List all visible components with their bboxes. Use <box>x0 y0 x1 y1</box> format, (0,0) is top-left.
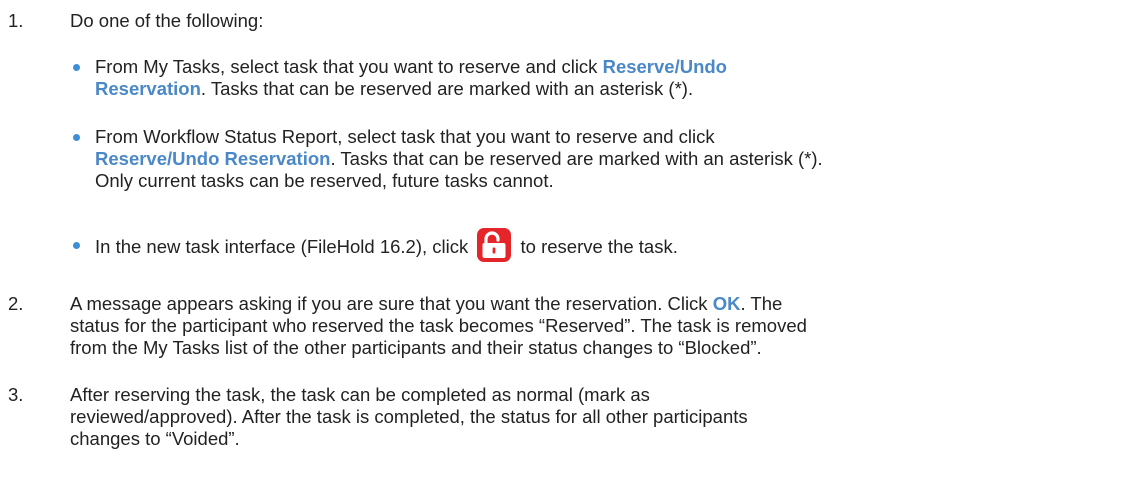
step-number: 3. <box>8 384 24 405</box>
unlock-icon[interactable] <box>477 228 512 262</box>
reserve-undo-link[interactable]: Reserve/Undo <box>603 56 727 77</box>
bullet-icon <box>73 242 80 249</box>
bullet-icon <box>73 64 80 71</box>
step-number: 1. <box>8 10 24 31</box>
step-text: from the My Tasks list of the other part… <box>70 337 762 358</box>
bullet-icon <box>73 134 80 141</box>
bullet-text: . Tasks that can be reserved are marked … <box>330 148 823 169</box>
step-text: status for the participant who reserved … <box>70 315 807 336</box>
bullet-text: . Tasks that can be reserved are marked … <box>200 78 694 99</box>
ok-link[interactable]: OK <box>713 293 741 314</box>
reservation-link[interactable]: Reservation <box>95 78 201 99</box>
step-text: A message appears asking if you are sure… <box>70 293 713 314</box>
bullet-text: In the new task interface (FileHold 16.2… <box>95 236 469 257</box>
bullet-text: to reserve the task. <box>520 236 678 257</box>
step-text: After reserving the task, the task can b… <box>70 384 650 405</box>
bullet-text: From Workflow Status Report, select task… <box>95 126 715 147</box>
bullet-text: From My Tasks, select task that you want… <box>95 56 603 77</box>
step-text: Do one of the following: <box>70 10 264 31</box>
step-number: 2. <box>8 293 24 314</box>
step-text: reviewed/approved). After the task is co… <box>70 406 748 427</box>
reserve-undo-reservation-link[interactable]: Reserve/Undo Reservation <box>95 148 330 169</box>
step-text: changes to “Voided”. <box>70 428 240 449</box>
step-text: . The <box>740 293 783 314</box>
bullet-text: Only current tasks can be reserved, futu… <box>95 170 554 191</box>
